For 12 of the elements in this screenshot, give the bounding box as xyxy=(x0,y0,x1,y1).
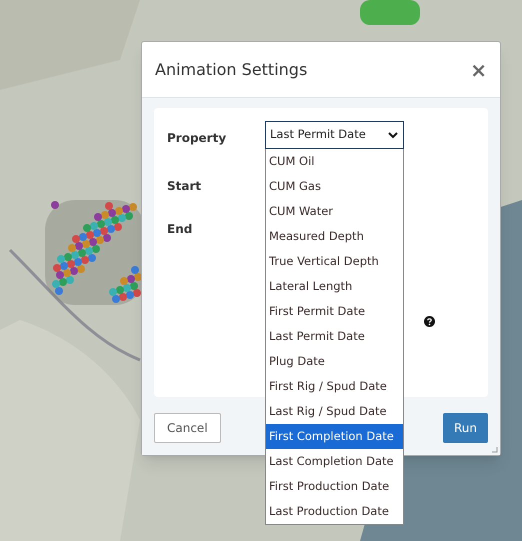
property-select[interactable]: Last Permit Date xyxy=(265,121,404,149)
resize-grip-icon[interactable] xyxy=(492,447,498,453)
dialog-title: Animation Settings xyxy=(155,58,308,80)
run-button[interactable]: Run xyxy=(443,413,488,443)
close-button[interactable]: × xyxy=(470,60,487,80)
property-label: Property xyxy=(167,130,226,147)
cancel-button[interactable]: Cancel xyxy=(154,413,221,443)
start-label: Start xyxy=(167,178,202,195)
help-icon[interactable] xyxy=(424,316,435,327)
end-label: End xyxy=(167,221,192,238)
dropdown-option[interactable]: First Completion Date xyxy=(266,424,403,449)
chevron-icon xyxy=(388,132,398,138)
